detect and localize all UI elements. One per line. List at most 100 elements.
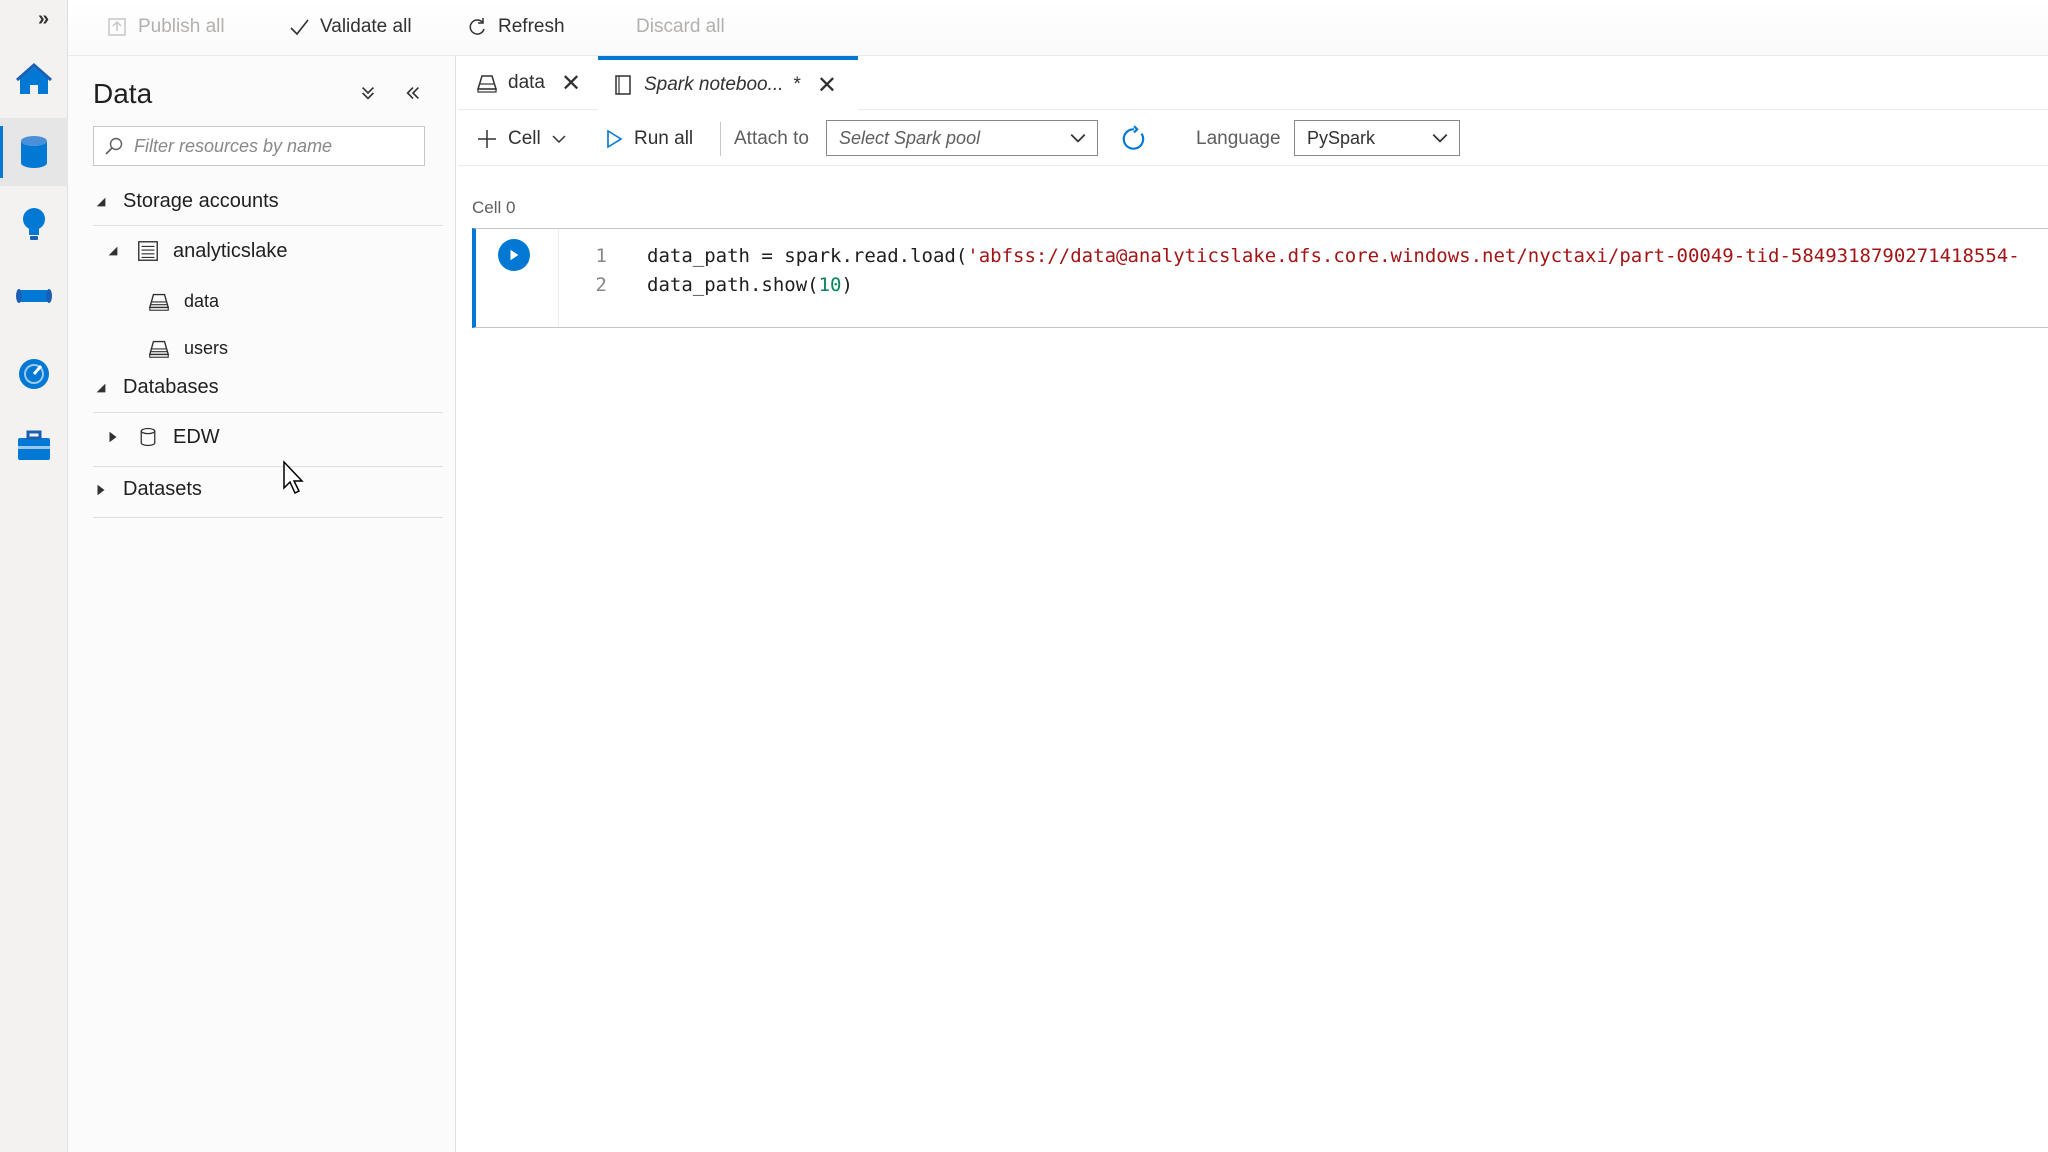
run-cell-button[interactable] (498, 239, 530, 271)
toolbox-icon (18, 430, 50, 460)
tree-label: analyticslake (173, 239, 288, 262)
code-string: 'abfss://data@analyticslake.dfs.core.win… (967, 245, 2020, 267)
database-icon (21, 136, 47, 168)
line-number: 2 (595, 274, 607, 296)
chevron-down-icon (552, 135, 566, 144)
rail-item-home[interactable] (0, 46, 68, 114)
add-cell-button[interactable]: Cell (476, 112, 567, 166)
rail-item-data[interactable] (0, 118, 68, 186)
rail-item-monitor[interactable] (0, 340, 68, 408)
notebook-icon (615, 75, 631, 95)
divider (93, 412, 443, 413)
caret-expanded-icon (105, 243, 121, 259)
divider (93, 225, 443, 226)
tree-node-container-data[interactable]: data (146, 288, 219, 314)
run-all-label: Run all (634, 128, 694, 149)
language-value: PySpark (1307, 127, 1376, 148)
play-icon (510, 249, 519, 261)
caret-expanded-icon (93, 194, 109, 210)
tree-label: users (184, 337, 229, 358)
tree-node-analyticslake[interactable]: analyticslake (105, 238, 288, 264)
refresh-icon (469, 18, 485, 35)
data-panel: Data Storage accounts analyticslake data… (68, 56, 456, 1152)
panel-title: Data (93, 78, 153, 109)
caret-collapsed-icon (93, 482, 109, 498)
divider (93, 517, 443, 518)
code-cell[interactable]: 1 data_path = spark.read.load('abfss://da… (472, 228, 2048, 328)
double-chevron-down-icon (362, 87, 374, 100)
publish-icon (108, 18, 126, 36)
refresh-label: Refresh (498, 16, 565, 37)
run-all-button[interactable]: Run all (604, 112, 693, 166)
close-tab-button[interactable]: ✕ (817, 71, 837, 100)
attach-to-label: Attach to (734, 128, 809, 149)
collapse-panel-button[interactable] (400, 80, 426, 106)
code-text: data_path = spark.read.load( (647, 245, 968, 267)
publish-all-label: Publish all (138, 16, 225, 37)
left-nav-rail: » (0, 0, 68, 1152)
code-number: 10 (818, 274, 842, 296)
tree-node-container-users[interactable]: users (146, 335, 228, 361)
tree-node-datasets[interactable]: Datasets (93, 478, 202, 501)
tree-node-storage-accounts[interactable]: Storage accounts (93, 190, 279, 213)
code-line-2[interactable]: 2 data_path.show(10) (571, 274, 853, 296)
double-chevron-left-icon (406, 87, 419, 99)
chevron-down-icon (1070, 134, 1086, 143)
filter-box (93, 126, 425, 166)
language-select[interactable]: PySpark (1294, 120, 1460, 156)
gauge-icon (19, 359, 49, 389)
tab-data[interactable]: data ✕ (462, 56, 595, 110)
tab-label: data (508, 72, 545, 93)
spark-pool-select[interactable]: Select Spark pool (826, 120, 1098, 156)
container-icon (146, 335, 172, 361)
code-text: data_path.show( (647, 274, 819, 296)
refresh-button[interactable]: Refresh (466, 16, 565, 38)
chevron-down-icon (1432, 134, 1448, 143)
caret-collapsed-icon (105, 429, 121, 445)
cell-gutter (558, 229, 559, 327)
expand-nav-button[interactable]: » (38, 8, 49, 31)
filter-input[interactable] (134, 135, 424, 157)
tree-label: Storage accounts (123, 190, 279, 212)
spark-pool-value: Select Spark pool (839, 127, 981, 148)
publish-all-button[interactable]: Publish all (106, 16, 225, 38)
collapse-all-button[interactable] (355, 80, 381, 106)
editor-tab-strip: data ✕ Spark noteboo... * ✕ (458, 56, 2048, 110)
rail-item-manage[interactable] (0, 412, 68, 480)
unsaved-indicator: * (793, 74, 801, 95)
language-label: Language (1196, 128, 1281, 149)
command-bar: Publish all Validate all Refresh Discard… (68, 0, 2048, 56)
tree-label: EDW (173, 425, 220, 448)
validate-all-label: Validate all (320, 16, 412, 37)
code-line-1[interactable]: 1 data_path = spark.read.load('abfss://da… (571, 245, 2020, 267)
plus-icon (478, 130, 496, 148)
home-icon (16, 62, 52, 94)
database-icon (135, 424, 161, 450)
container-icon (146, 288, 172, 314)
tree-node-databases[interactable]: Databases (93, 376, 219, 399)
search-icon (105, 137, 123, 155)
divider (93, 466, 443, 467)
refresh-pools-button[interactable] (1120, 112, 1148, 166)
close-tab-button[interactable]: ✕ (561, 69, 581, 98)
validate-all-button[interactable]: Validate all (288, 16, 412, 38)
container-icon (476, 75, 498, 93)
line-number: 1 (595, 245, 607, 267)
code-text: ) (841, 274, 853, 296)
tree-node-edw[interactable]: EDW (105, 424, 220, 450)
rail-item-develop[interactable] (0, 190, 68, 258)
tab-spark-notebook[interactable]: Spark noteboo... * ✕ (598, 56, 858, 110)
rail-item-orchestrate[interactable] (0, 262, 68, 330)
lightbulb-icon (23, 208, 45, 240)
add-cell-label: Cell (508, 128, 541, 149)
notebook-toolbar: Cell Run all Attach to Select Spark pool… (458, 112, 2048, 166)
mouse-cursor-icon (283, 460, 304, 495)
discard-all-button[interactable]: Discard all (636, 16, 725, 38)
tree-label: data (184, 290, 220, 311)
play-icon (607, 129, 623, 149)
refresh-icon (1122, 125, 1145, 150)
discard-all-label: Discard all (636, 16, 725, 37)
pipeline-icon (16, 289, 52, 303)
caret-expanded-icon (93, 380, 109, 396)
cell-label: Cell 0 (472, 198, 516, 217)
